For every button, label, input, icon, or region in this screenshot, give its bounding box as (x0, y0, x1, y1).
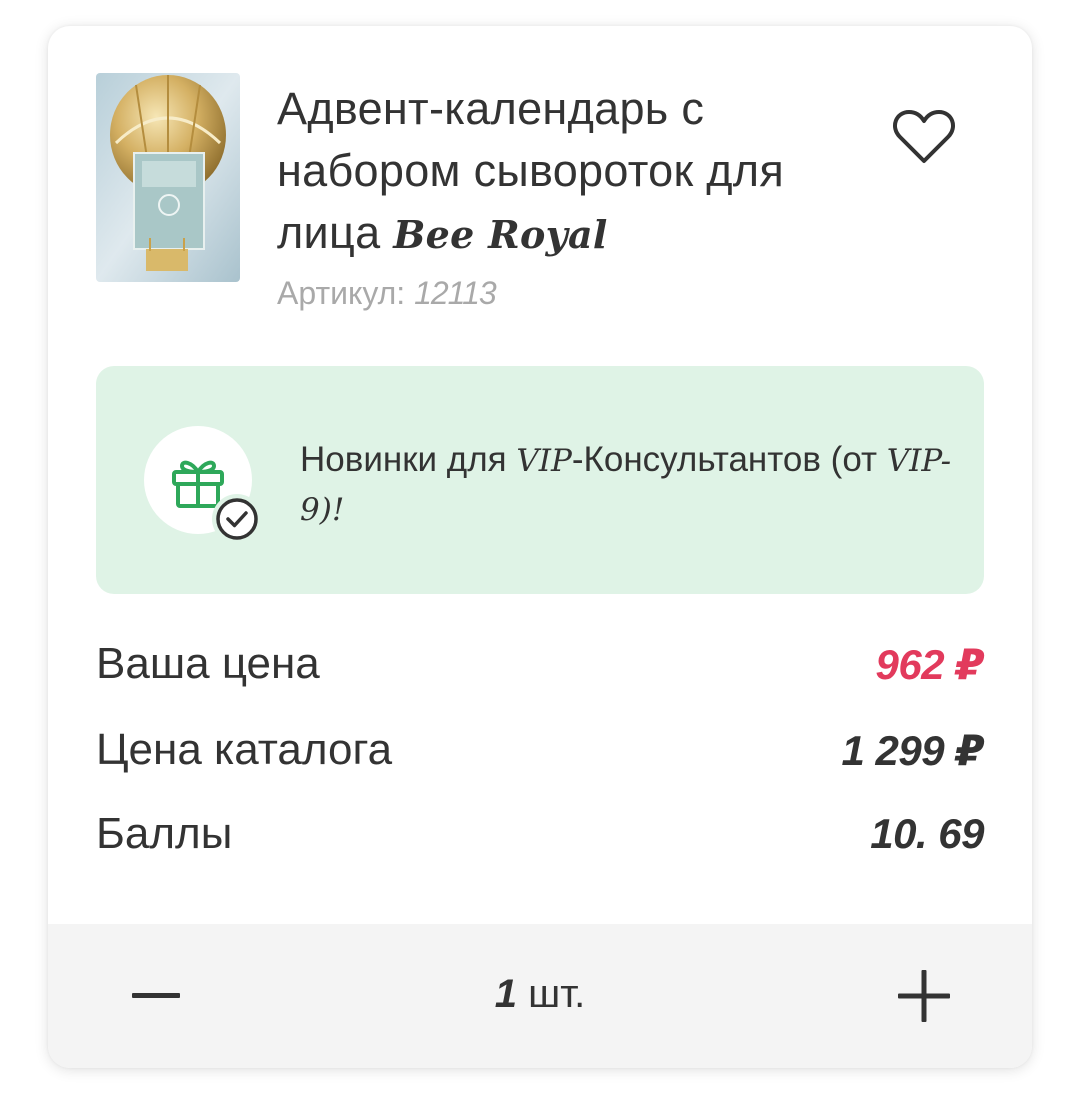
product-title[interactable]: Адвент-календарь с набором сывороток для… (277, 78, 837, 266)
points-row: Баллы 10. 69 (96, 804, 984, 864)
points-value: 10. 69 (870, 810, 984, 857)
banner-text-part: -Консультантов (от (571, 440, 887, 479)
quantity-stepper: 1 шт. (48, 924, 1032, 1068)
catalog-price-value: 1 299 ₽ (841, 726, 985, 774)
product-image[interactable] (96, 73, 240, 282)
product-brand: Bee Royal (393, 212, 608, 257)
article-value: 12113 (414, 275, 497, 311)
favorite-button[interactable] (884, 102, 964, 172)
banner-text: Новинки для VIP-Консультантов (от VIP-9)… (300, 436, 960, 534)
banner-text-part: )! (319, 492, 345, 528)
plus-icon (898, 970, 950, 1022)
your-price-label: Ваша цена (96, 639, 320, 688)
article-label: Артикул: (277, 275, 415, 311)
heart-outline-icon (893, 110, 955, 163)
catalog-price-label: Цена каталога (96, 725, 393, 774)
check-badge (212, 494, 262, 544)
catalog-price-row: Цена каталога 1 299 ₽ (96, 720, 984, 780)
your-price-value: 962 ₽ (875, 640, 985, 688)
banner-vip-label: VIP (516, 443, 572, 479)
quantity-number: 1 (494, 972, 518, 1016)
article-number: Артикул: 12113 (277, 275, 497, 312)
banner-icon-wrapper (144, 426, 262, 544)
your-price-row: Ваша цена 962 ₽ (96, 634, 985, 694)
product-card: Адвент-календарь с набором сывороток для… (48, 26, 1032, 1068)
points-label: Баллы (96, 809, 233, 858)
banner-text-part: Новинки для (300, 440, 517, 479)
increase-quantity-button[interactable] (884, 958, 964, 1034)
vip-banner[interactable]: Новинки для VIP-Консультантов (от VIP-9)… (96, 366, 984, 594)
quantity-unit: шт. (517, 972, 586, 1016)
check-circle-icon (216, 498, 258, 540)
